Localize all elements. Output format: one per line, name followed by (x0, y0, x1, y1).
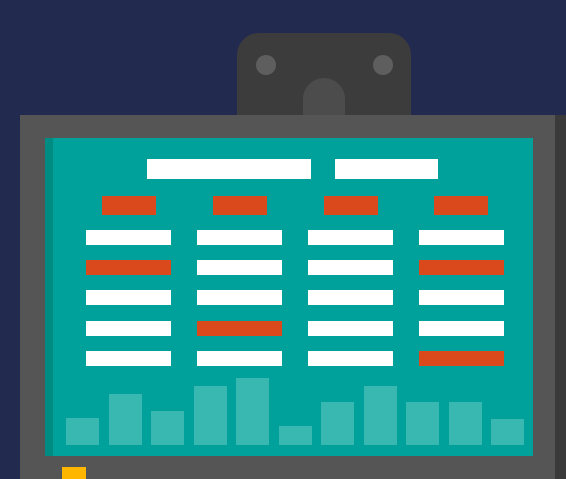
table-cell-r2-c1 (86, 260, 171, 275)
bar-2 (109, 394, 142, 445)
table-cell-r4-c3 (308, 321, 393, 336)
bar-4 (194, 386, 227, 445)
device-frame (20, 115, 566, 479)
column-header-4 (434, 196, 488, 215)
table-cell-r4-c4 (419, 321, 504, 336)
scene (0, 0, 566, 479)
display-screen (45, 138, 533, 456)
column-header-3 (324, 196, 378, 215)
table-cell-r2-c2 (197, 260, 282, 275)
table-cell-r5-c3 (308, 351, 393, 366)
device-side-shadow (555, 115, 566, 479)
bar-9 (406, 402, 439, 445)
table-cell-r3-c1 (86, 290, 171, 305)
table-cell-r1-c1 (86, 230, 171, 245)
table-cell-r5-c2 (197, 351, 282, 366)
table-cell-r5-c4 (419, 351, 504, 366)
table-cell-r3-c3 (308, 290, 393, 305)
screen-left-edge (45, 138, 53, 456)
left-bolt-icon (256, 55, 276, 75)
table-cell-r5-c1 (86, 351, 171, 366)
title-placeholder (147, 159, 311, 179)
column-header-2 (213, 196, 267, 215)
status-led-icon (62, 467, 86, 479)
table-cell-r3-c4 (419, 290, 504, 305)
table-cell-r1-c2 (197, 230, 282, 245)
subtitle-placeholder (335, 159, 438, 179)
bar-10 (449, 402, 482, 445)
table-cell-r4-c1 (86, 321, 171, 336)
table-cell-r4-c2 (197, 321, 282, 336)
table-cell-r2-c4 (419, 260, 504, 275)
column-header-1 (102, 196, 156, 215)
bar-7 (321, 402, 354, 445)
bar-11 (491, 419, 524, 445)
table-cell-r2-c3 (308, 260, 393, 275)
bar-5 (236, 378, 269, 445)
table-cell-r3-c2 (197, 290, 282, 305)
bar-1 (66, 418, 99, 445)
table-cell-r1-c3 (308, 230, 393, 245)
bar-8 (364, 386, 397, 445)
bar-6 (279, 426, 312, 445)
table-cell-r1-c4 (419, 230, 504, 245)
bar-3 (151, 411, 184, 445)
right-bolt-icon (373, 55, 393, 75)
